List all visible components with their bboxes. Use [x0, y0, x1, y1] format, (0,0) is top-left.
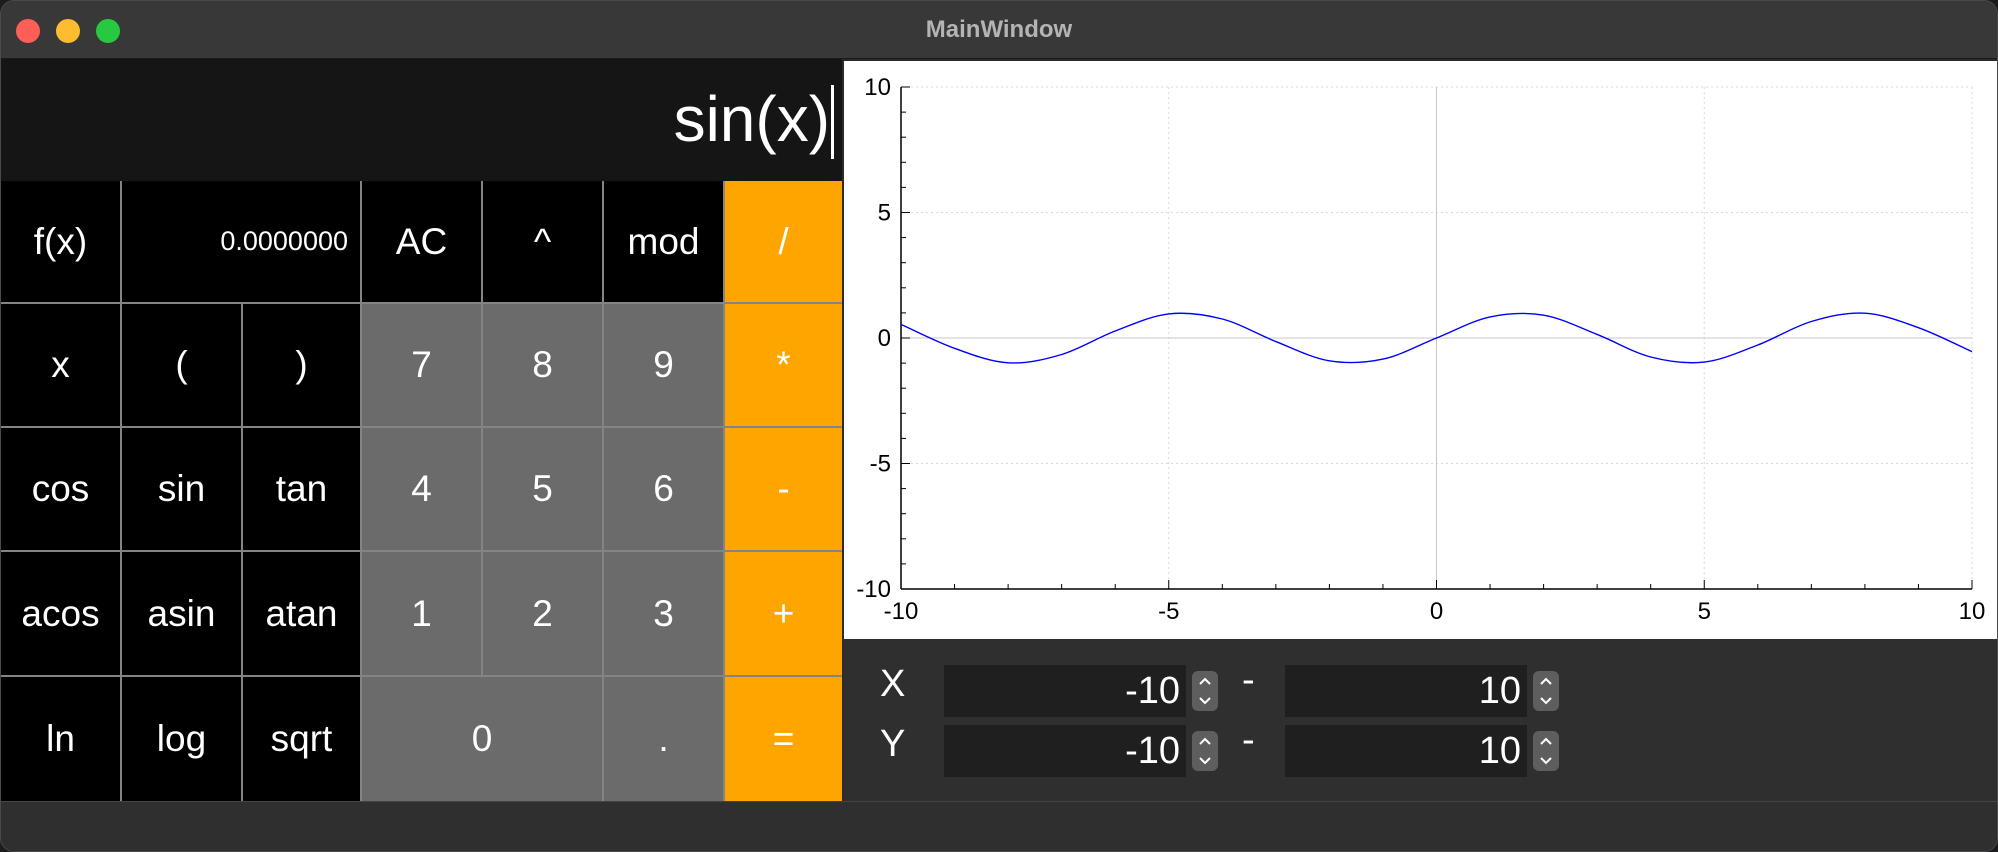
asin-button[interactable]: asin	[122, 552, 241, 675]
y-tick-label: 10	[864, 74, 891, 101]
main-window: MainWindow sin(x) f(x) 0.0000000 AC ^ mo…	[0, 0, 1998, 852]
digit-5-button[interactable]: 5	[483, 428, 602, 550]
digit-6-button[interactable]: 6	[604, 428, 723, 550]
status-bar	[1, 801, 1997, 851]
x-range-separator: -	[1242, 659, 1255, 701]
expression-display[interactable]: sin(x)	[1, 59, 842, 181]
chevron-down-icon[interactable]	[1192, 751, 1218, 771]
chevron-up-icon[interactable]	[1192, 731, 1218, 751]
x-tick-label: 5	[1698, 598, 1711, 625]
divide-button[interactable]: /	[725, 181, 842, 302]
y-max-stepper[interactable]	[1533, 731, 1559, 771]
y-max-spinbox[interactable]	[1285, 725, 1559, 777]
x-tick-label: 0	[1430, 598, 1443, 625]
x-min-spinbox[interactable]	[944, 665, 1218, 717]
x-variable-button[interactable]: x	[1, 304, 120, 426]
y-tick-label: 0	[878, 325, 891, 352]
digit-7-button[interactable]: 7	[362, 304, 481, 426]
y-min-spinbox[interactable]	[944, 725, 1218, 777]
chevron-down-icon[interactable]	[1192, 691, 1218, 711]
x-max-stepper[interactable]	[1533, 671, 1559, 711]
atan-button[interactable]: atan	[243, 552, 360, 675]
equals-button[interactable]: =	[725, 677, 842, 801]
multiply-button[interactable]: *	[725, 304, 842, 426]
result-display: 0.0000000	[122, 181, 360, 302]
y-range-separator: -	[1242, 719, 1255, 761]
digit-3-button[interactable]: 3	[604, 552, 723, 675]
add-button[interactable]: +	[725, 552, 842, 675]
chevron-down-icon[interactable]	[1533, 691, 1559, 711]
digit-0-button[interactable]: 0	[362, 677, 602, 801]
y-range-label: Y	[880, 723, 906, 765]
digit-1-button[interactable]: 1	[362, 552, 481, 675]
chevron-up-icon[interactable]	[1533, 671, 1559, 691]
x-tick-label: -5	[1158, 598, 1179, 625]
subtract-button[interactable]: -	[725, 428, 842, 550]
range-controls: X - Y -	[844, 639, 1997, 801]
digit-2-button[interactable]: 2	[483, 552, 602, 675]
ln-button[interactable]: ln	[1, 677, 120, 801]
power-button[interactable]: ^	[483, 181, 602, 302]
text-cursor	[831, 85, 834, 159]
x-range-label: X	[880, 663, 906, 705]
all-clear-button[interactable]: AC	[362, 181, 481, 302]
acos-button[interactable]: acos	[1, 552, 120, 675]
log-button[interactable]: log	[122, 677, 241, 801]
x-max-input[interactable]	[1285, 665, 1527, 717]
y-max-input[interactable]	[1285, 725, 1527, 777]
cos-button[interactable]: cos	[1, 428, 120, 550]
window-title: MainWindow	[925, 16, 1073, 43]
digit-8-button[interactable]: 8	[483, 304, 602, 426]
y-tick-label: -10	[856, 576, 891, 603]
digit-9-button[interactable]: 9	[604, 304, 723, 426]
y-tick-label: -5	[870, 451, 891, 478]
x-min-stepper[interactable]	[1192, 671, 1218, 711]
y-min-input[interactable]	[944, 725, 1186, 777]
x-max-spinbox[interactable]	[1285, 665, 1559, 717]
y-tick-label: 5	[878, 200, 891, 227]
fx-button[interactable]: f(x)	[1, 181, 120, 302]
y-min-stepper[interactable]	[1192, 731, 1218, 771]
mod-button[interactable]: mod	[604, 181, 723, 302]
title-bar: MainWindow	[1, 1, 1997, 59]
x-tick-label: 10	[1959, 598, 1986, 625]
x-min-input[interactable]	[944, 665, 1186, 717]
right-paren-button[interactable]: )	[243, 304, 360, 426]
plot-canvas: -10 -5 0 5 101050-5-10	[856, 74, 1986, 625]
tan-button[interactable]: tan	[243, 428, 360, 550]
chevron-down-icon[interactable]	[1533, 751, 1559, 771]
keypad: f(x) 0.0000000 AC ^ mod / x ( ) 7 8 9 * …	[1, 181, 842, 801]
sin-button[interactable]: sin	[122, 428, 241, 550]
left-paren-button[interactable]: (	[122, 304, 241, 426]
digit-4-button[interactable]: 4	[362, 428, 481, 550]
expression-text: sin(x)	[673, 83, 830, 155]
decimal-point-button[interactable]: .	[604, 677, 723, 801]
chevron-up-icon[interactable]	[1192, 671, 1218, 691]
chevron-up-icon[interactable]	[1533, 731, 1559, 751]
sqrt-button[interactable]: sqrt	[243, 677, 360, 801]
function-plot[interactable]: -10 -5 0 5 10 10 5 0 -5 -10	[844, 61, 1997, 639]
